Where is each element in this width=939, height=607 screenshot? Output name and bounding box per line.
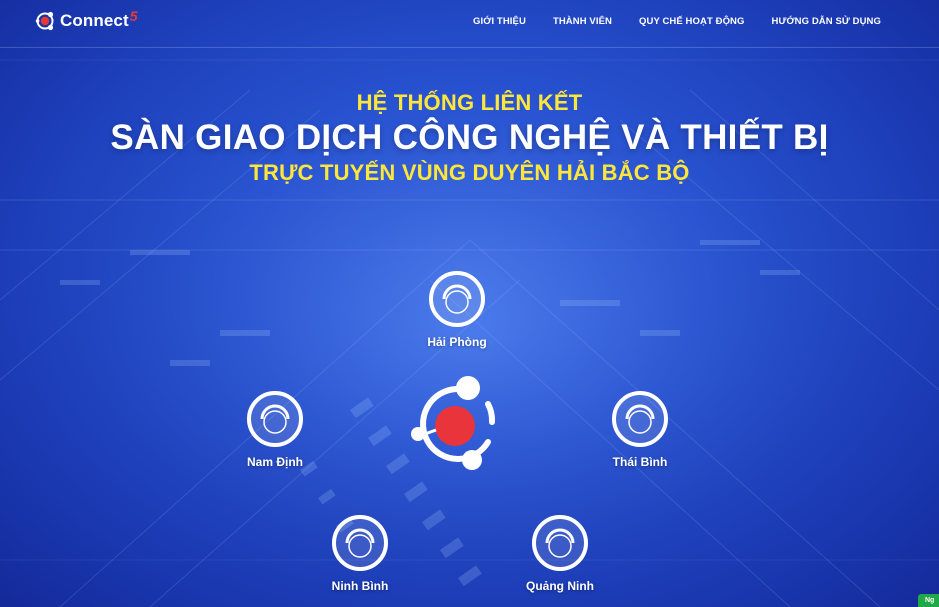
chat-widget-tab[interactable]: Ng — [918, 594, 939, 607]
hero-line-3: TRỰC TUYẾN VÙNG DUYÊN HẢI BẮC BỘ — [249, 160, 690, 185]
province-label: Thái Bình — [612, 455, 668, 469]
connect-hub-logo-icon — [411, 376, 496, 470]
hero-line-1: HỆ THỐNG LIÊN KẾT — [356, 90, 583, 115]
connect-logo-icon — [35, 11, 54, 31]
center-hub-logo — [408, 374, 504, 472]
nav-huong-dan-su-dung[interactable]: HƯỚNG DẪN SỬ DỤNG — [772, 16, 881, 27]
province-node-hai-phong[interactable]: Hải Phòng — [402, 271, 512, 349]
brand-superscript: 5 — [129, 8, 138, 24]
province-node-ninh-binh[interactable]: Ninh Bình — [305, 515, 415, 593]
province-label: Ninh Bình — [331, 579, 389, 593]
province-label: Hải Phòng — [427, 335, 487, 349]
nav-thanh-vien[interactable]: THÀNH VIÊN — [553, 16, 612, 27]
brand-logo[interactable]: Connect 5 — [34, 8, 138, 32]
province-node-quang-ninh[interactable]: Quảng Ninh — [505, 515, 615, 593]
circle-arc-icon — [429, 271, 485, 327]
main-nav: GIỚI THIỆU THÀNH VIÊN QUY CHẾ HOẠT ĐỘNG … — [446, 16, 881, 27]
circle-arc-icon — [612, 391, 668, 447]
province-node-thai-binh[interactable]: Thái Bình — [585, 391, 695, 469]
nav-gioi-thieu[interactable]: GIỚI THIỆU — [473, 16, 526, 27]
hero-line-2: SÀN GIAO DỊCH CÔNG NGHỆ VÀ THIẾT BỊ — [110, 118, 829, 157]
nav-quy-che-hoat-dong[interactable]: QUY CHẾ HOẠT ĐỘNG — [639, 16, 745, 27]
top-navbar: Connect 5 GIỚI THIỆU THÀNH VIÊN QUY CHẾ … — [0, 0, 939, 48]
brand-name: Connect — [60, 11, 129, 30]
circle-arc-icon — [532, 515, 588, 571]
hero-headline: HỆ THỐNG LIÊN KẾT SÀN GIAO DỊCH CÔNG NGH… — [0, 90, 939, 186]
province-label: Nam Định — [246, 455, 303, 469]
circle-arc-icon — [247, 391, 303, 447]
province-node-nam-dinh[interactable]: Nam Định — [220, 391, 330, 469]
circle-arc-icon — [332, 515, 388, 571]
province-label: Quảng Ninh — [526, 579, 594, 593]
